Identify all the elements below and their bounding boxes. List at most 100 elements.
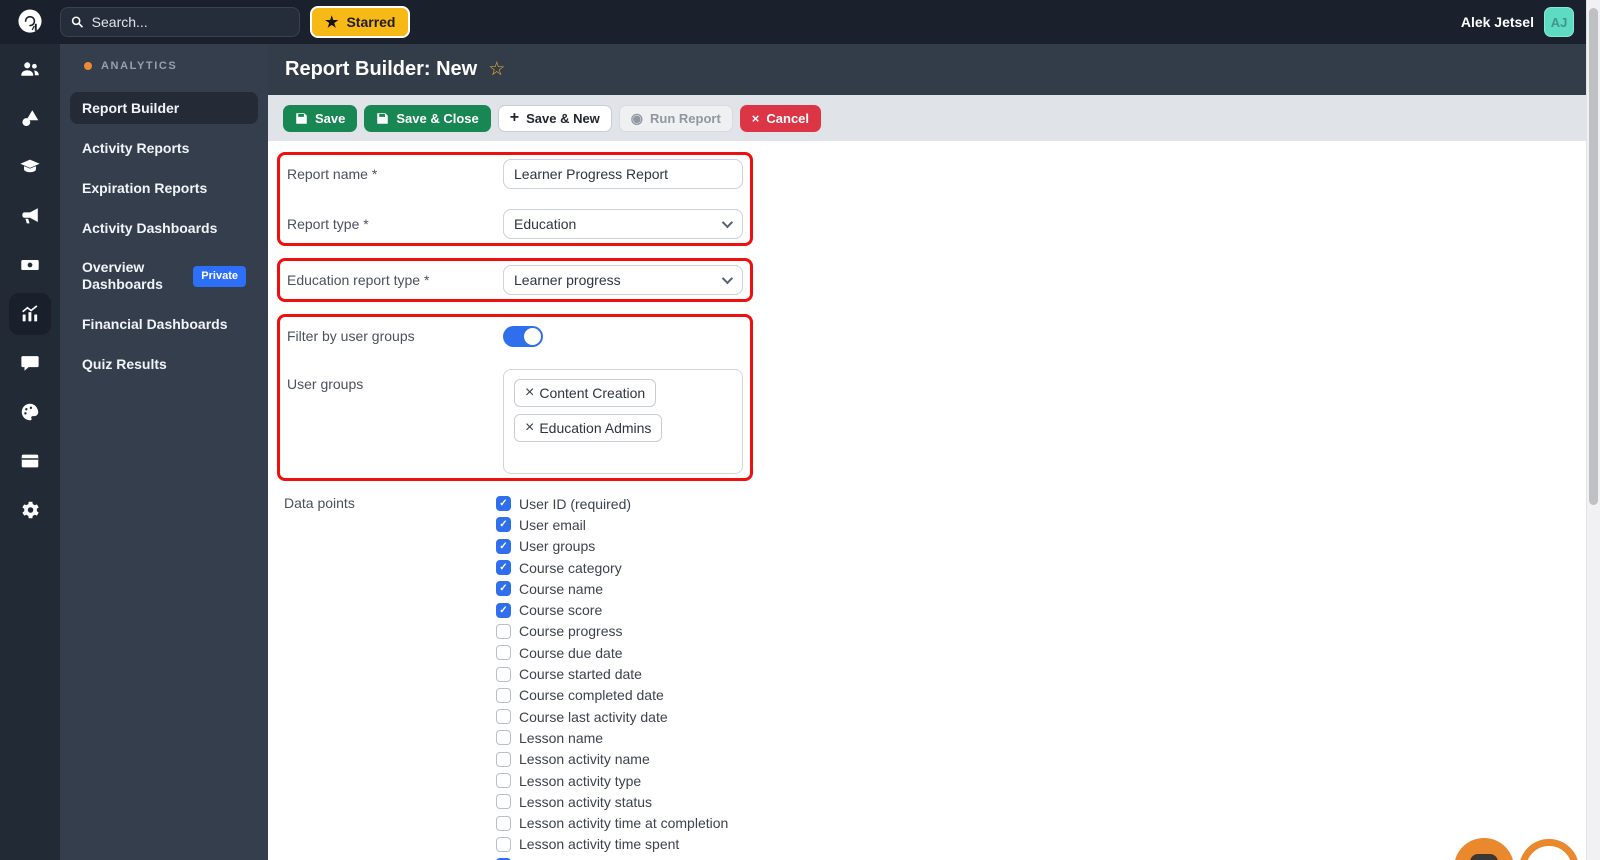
data-point-checkbox[interactable] bbox=[496, 645, 511, 661]
data-point-row[interactable]: Lesson activity Score / Maximum bbox=[496, 855, 728, 860]
data-point-checkbox[interactable] bbox=[496, 687, 511, 703]
report-name-input[interactable] bbox=[503, 159, 743, 189]
close-icon: × bbox=[751, 110, 760, 126]
rail-item-education[interactable] bbox=[0, 142, 60, 191]
remove-tag-icon[interactable] bbox=[525, 385, 534, 401]
data-point-checkbox[interactable] bbox=[496, 602, 511, 618]
sidebar-item[interactable]: Financial Dashboards bbox=[70, 308, 258, 340]
rail-item-content[interactable] bbox=[0, 93, 60, 142]
rail-item-billing[interactable] bbox=[0, 240, 60, 289]
rail-item-messages[interactable] bbox=[0, 338, 60, 387]
data-points-label: Data points bbox=[284, 495, 355, 511]
save-close-button[interactable]: Save & Close bbox=[364, 104, 491, 132]
user-group-tag[interactable]: Content Creation bbox=[514, 379, 657, 407]
sidebar-item[interactable]: Report Builder bbox=[70, 92, 258, 124]
rail-item-appearance[interactable] bbox=[0, 387, 60, 436]
filter-by-user-groups-label: Filter by user groups bbox=[287, 328, 415, 344]
data-point-row[interactable]: Course category bbox=[496, 557, 728, 578]
data-point-label: Lesson activity type bbox=[519, 772, 642, 789]
education-report-type-value: Learner progress bbox=[514, 272, 621, 288]
sidebar-item[interactable]: Expiration Reports bbox=[70, 172, 258, 204]
toggle-knob bbox=[524, 327, 541, 345]
section-dot-icon bbox=[84, 62, 92, 70]
app-logo[interactable] bbox=[0, 6, 60, 38]
user-name: Alek Jetsel bbox=[1460, 14, 1534, 30]
icon-rail bbox=[0, 44, 60, 860]
data-point-row[interactable]: Lesson activity time spent bbox=[496, 834, 728, 855]
data-point-row[interactable]: Lesson activity status bbox=[496, 791, 728, 812]
data-point-row[interactable]: Lesson name bbox=[496, 727, 728, 748]
sidebar-item[interactable]: Activity Dashboards bbox=[70, 212, 258, 244]
data-point-row[interactable]: Course due date bbox=[496, 642, 728, 663]
star-icon: ★ bbox=[325, 14, 339, 31]
run-icon: ◉ bbox=[630, 110, 644, 126]
data-point-row[interactable]: Course score bbox=[496, 599, 728, 620]
data-point-checkbox[interactable] bbox=[496, 666, 511, 682]
search-input[interactable] bbox=[91, 14, 289, 30]
data-point-checkbox[interactable] bbox=[496, 496, 511, 512]
data-point-row[interactable]: User ID (required) bbox=[496, 493, 728, 514]
user-groups-multiselect[interactable]: Content Creation Education Admins bbox=[503, 369, 743, 474]
report-type-select[interactable]: Education bbox=[503, 209, 743, 239]
data-point-row[interactable]: Lesson activity time at completion bbox=[496, 812, 728, 833]
save-new-button[interactable]: + Save & New bbox=[497, 104, 612, 132]
rail-item-analytics[interactable] bbox=[0, 289, 60, 338]
data-point-checkbox[interactable] bbox=[496, 836, 511, 852]
data-points-section: Data points User ID (required) User emai… bbox=[277, 493, 1586, 860]
data-point-checkbox[interactable] bbox=[496, 794, 511, 810]
data-point-checkbox[interactable] bbox=[496, 815, 511, 831]
starred-button[interactable]: ★ Starred bbox=[310, 6, 411, 38]
user-groups-label: User groups bbox=[287, 376, 364, 392]
sidebar-item-label: Activity Dashboards bbox=[82, 219, 218, 236]
data-point-label: Lesson activity time at completion bbox=[519, 815, 729, 832]
data-point-checkbox[interactable] bbox=[496, 773, 511, 788]
data-point-checkbox[interactable] bbox=[496, 560, 511, 576]
elephant-logo-icon bbox=[18, 9, 42, 33]
education-report-type-select[interactable]: Learner progress bbox=[503, 265, 743, 295]
rail-item-site[interactable] bbox=[0, 436, 60, 485]
data-point-row[interactable]: Lesson activity type bbox=[496, 770, 728, 791]
data-point-checkbox[interactable] bbox=[496, 517, 511, 533]
rail-item-marketing[interactable] bbox=[0, 191, 60, 240]
avatar[interactable]: AJ bbox=[1544, 7, 1574, 37]
save-icon bbox=[296, 112, 307, 124]
data-point-row[interactable]: Course name bbox=[496, 578, 728, 599]
data-point-row[interactable]: User email bbox=[496, 514, 728, 535]
data-point-row[interactable]: Course last activity date bbox=[496, 706, 728, 727]
starred-label: Starred bbox=[346, 14, 396, 30]
data-point-checkbox[interactable] bbox=[496, 623, 511, 639]
data-point-label: User email bbox=[519, 516, 586, 533]
favorite-star-icon[interactable]: ☆ bbox=[488, 58, 505, 81]
action-toolbar: Save Save & Close + Save & New ◉ Run Rep… bbox=[268, 95, 1586, 141]
sidebar-item[interactable]: Overview Dashboards Private bbox=[70, 252, 258, 300]
data-point-label: User ID (required) bbox=[519, 495, 632, 512]
filter-by-user-groups-toggle[interactable] bbox=[503, 325, 543, 347]
rail-item-users[interactable] bbox=[0, 44, 60, 93]
highlight-group-report: Report name * Report type * Education bbox=[277, 152, 753, 246]
megaphone-icon bbox=[22, 207, 38, 223]
data-point-checkbox[interactable] bbox=[496, 751, 511, 767]
sidebar-item[interactable]: Activity Reports bbox=[70, 132, 258, 164]
data-point-checkbox[interactable] bbox=[496, 538, 511, 554]
data-point-row[interactable]: Course started date bbox=[496, 663, 728, 684]
data-point-checkbox[interactable] bbox=[496, 730, 511, 746]
data-points-list: User ID (required) User email User group… bbox=[496, 493, 728, 860]
data-point-row[interactable]: Lesson activity name bbox=[496, 749, 728, 770]
save-button[interactable]: Save bbox=[283, 104, 358, 132]
sidebar-item-label: Activity Reports bbox=[82, 139, 190, 156]
data-point-row[interactable]: Course progress bbox=[496, 621, 728, 642]
run-report-button[interactable]: ◉ Run Report bbox=[618, 104, 733, 132]
data-point-row[interactable]: User groups bbox=[496, 536, 728, 557]
rail-item-settings[interactable] bbox=[0, 485, 60, 534]
data-point-row[interactable]: Course completed date bbox=[496, 685, 728, 706]
chevron-down-icon bbox=[721, 216, 734, 229]
data-point-checkbox[interactable] bbox=[496, 709, 511, 725]
user-group-tag[interactable]: Education Admins bbox=[514, 414, 663, 442]
vertical-scrollbar bbox=[1586, 0, 1600, 860]
cancel-button[interactable]: × Cancel bbox=[739, 104, 822, 132]
data-point-checkbox[interactable] bbox=[496, 581, 511, 597]
sidebar-item[interactable]: Quiz Results bbox=[70, 348, 258, 380]
save-icon bbox=[377, 112, 389, 124]
scrollbar-thumb[interactable] bbox=[1589, 8, 1598, 505]
remove-tag-icon[interactable] bbox=[525, 420, 534, 436]
